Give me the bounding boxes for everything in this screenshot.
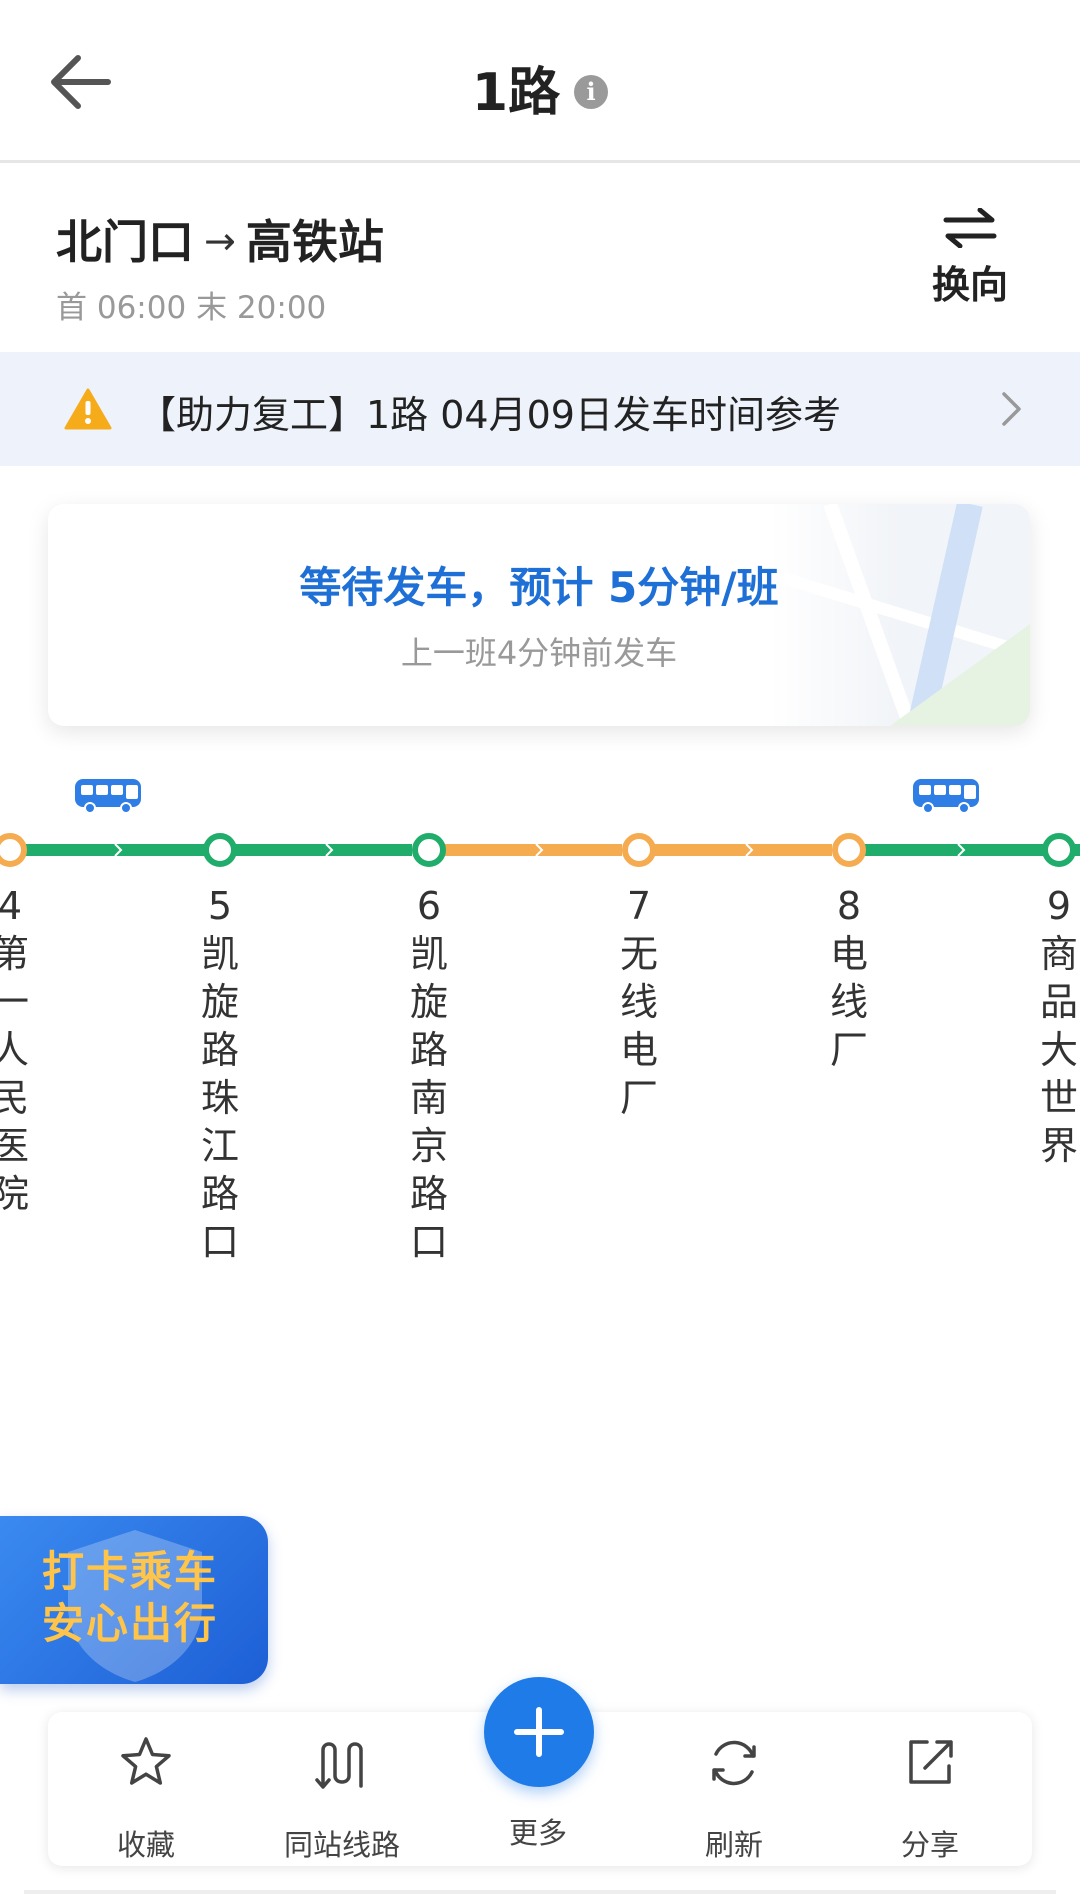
info-icon[interactable]: i bbox=[574, 75, 609, 109]
same-station-lines-button[interactable]: 同站线路 bbox=[244, 1712, 440, 1866]
station-label[interactable]: 4 第一人民医院 bbox=[0, 882, 40, 1218]
route-title: 北门口 → 高铁站 bbox=[56, 206, 384, 272]
more-button[interactable] bbox=[484, 1677, 594, 1787]
more-label: 更多 bbox=[508, 1816, 567, 1850]
app-header: 1路 i bbox=[0, 0, 1080, 163]
map-decoration bbox=[770, 504, 1030, 726]
favorite-button[interactable]: 收藏 bbox=[48, 1712, 244, 1866]
line-segment bbox=[228, 844, 412, 856]
direction-arrow-icon bbox=[957, 843, 966, 857]
route-icon bbox=[315, 1742, 363, 1789]
first-bus-time: 06:00 bbox=[96, 290, 187, 326]
direction-arrow-icon bbox=[114, 843, 123, 857]
station-node[interactable] bbox=[0, 833, 27, 867]
share-button[interactable]: 分享 bbox=[832, 1712, 1028, 1866]
station-node[interactable] bbox=[203, 833, 237, 867]
line-segment bbox=[646, 844, 832, 856]
station-label[interactable]: 9 商品大世界 bbox=[1029, 882, 1080, 1170]
promo-text: 打卡乘车 安心出行 bbox=[0, 1516, 268, 1650]
swap-icon bbox=[943, 208, 997, 248]
route-from: 北门口 bbox=[56, 215, 194, 269]
last-departure: 上一班4分钟前发车 bbox=[400, 634, 678, 672]
station-name: 电线厂 bbox=[829, 932, 868, 1072]
station-node[interactable] bbox=[412, 833, 446, 867]
notice-text: 【助力复工】1路 04月09日发车时间参考 bbox=[138, 393, 841, 437]
notice-bar[interactable]: 【助力复工】1路 04月09日发车时间参考 bbox=[0, 352, 1080, 466]
page-title: 1路 i bbox=[0, 50, 1080, 125]
station-node[interactable] bbox=[832, 833, 866, 867]
operating-hours: 首 06:00 末 20:00 bbox=[56, 282, 384, 327]
station-label[interactable]: 6 凯旋路南京路口 bbox=[399, 882, 459, 1266]
station-number: 8 bbox=[836, 884, 862, 928]
bus-line-page: 1路 i 北门口 → 高铁站 首 06:00 末 20:00 换向 【助力复工】1路 … bbox=[0, 0, 1080, 1898]
station-label[interactable]: 8 电线厂 bbox=[819, 882, 879, 1074]
route-to: 高铁站 bbox=[245, 215, 384, 269]
direction-arrow-icon bbox=[325, 843, 334, 857]
favorite-label: 收藏 bbox=[116, 1828, 175, 1862]
station-number: 6 bbox=[416, 884, 442, 928]
reverse-direction-button[interactable]: 换向 bbox=[910, 208, 1030, 309]
home-indicator bbox=[24, 1890, 1056, 1894]
refresh-button[interactable]: 刷新 bbox=[636, 1712, 832, 1866]
share-icon bbox=[909, 1740, 953, 1784]
wait-status: 等待发车，预计 5分钟/班 bbox=[299, 563, 779, 612]
station-label[interactable]: 5 凯旋路珠江路口 bbox=[190, 882, 250, 1266]
station-number: 5 bbox=[207, 884, 233, 928]
first-bus-label: 首 bbox=[56, 290, 87, 326]
last-bus-label: 末 bbox=[196, 290, 228, 326]
station-name: 凯旋路珠江路口 bbox=[200, 932, 239, 1264]
same-station-lines-label: 同站线路 bbox=[283, 1828, 400, 1862]
station-name: 凯旋路南京路口 bbox=[409, 932, 448, 1264]
route-arrow: → bbox=[204, 219, 236, 263]
refresh-icon bbox=[712, 1740, 756, 1786]
station-node[interactable] bbox=[622, 833, 656, 867]
station-number: 7 bbox=[626, 884, 652, 928]
direction-arrow-icon bbox=[535, 843, 544, 857]
station-node[interactable] bbox=[1042, 833, 1076, 867]
check-in-promo[interactable]: 打卡乘车 安心出行 bbox=[0, 1516, 268, 1684]
promo-line-1: 打卡乘车 bbox=[42, 1547, 219, 1596]
warning-icon bbox=[64, 388, 112, 430]
line-name: 1路 bbox=[471, 63, 561, 123]
direction-arrow-icon bbox=[745, 843, 754, 857]
station-label[interactable]: 7 无线电厂 bbox=[609, 882, 669, 1122]
station-number: 4 bbox=[0, 884, 23, 928]
bus-icon[interactable] bbox=[912, 777, 982, 815]
station-number: 9 bbox=[1046, 884, 1072, 928]
station-name: 商品大世界 bbox=[1039, 932, 1078, 1168]
plus-icon bbox=[514, 1707, 564, 1757]
refresh-label: 刷新 bbox=[704, 1828, 763, 1862]
reverse-label: 换向 bbox=[931, 263, 1008, 307]
station-name: 无线电厂 bbox=[619, 932, 658, 1120]
station-name: 第一人民医院 bbox=[0, 932, 29, 1216]
bus-icon[interactable] bbox=[74, 777, 144, 815]
route-info: 北门口 → 高铁站 首 06:00 末 20:00 bbox=[56, 206, 384, 327]
last-bus-time: 20:00 bbox=[236, 290, 327, 326]
line-segment bbox=[436, 844, 622, 856]
promo-line-2: 安心出行 bbox=[42, 1599, 219, 1648]
star-icon bbox=[121, 1737, 171, 1785]
line-diagram: 4 第一人民医院 5 凯旋路珠江路口 6 凯旋路南京路口 7 无线电厂 8 电线… bbox=[0, 770, 1080, 1290]
wait-status-card: 等待发车，预计 5分钟/班 上一班4分钟前发车 bbox=[48, 504, 1030, 726]
chevron-right-icon bbox=[1002, 392, 1021, 426]
share-label: 分享 bbox=[900, 1828, 959, 1862]
line-segment bbox=[856, 844, 1052, 856]
